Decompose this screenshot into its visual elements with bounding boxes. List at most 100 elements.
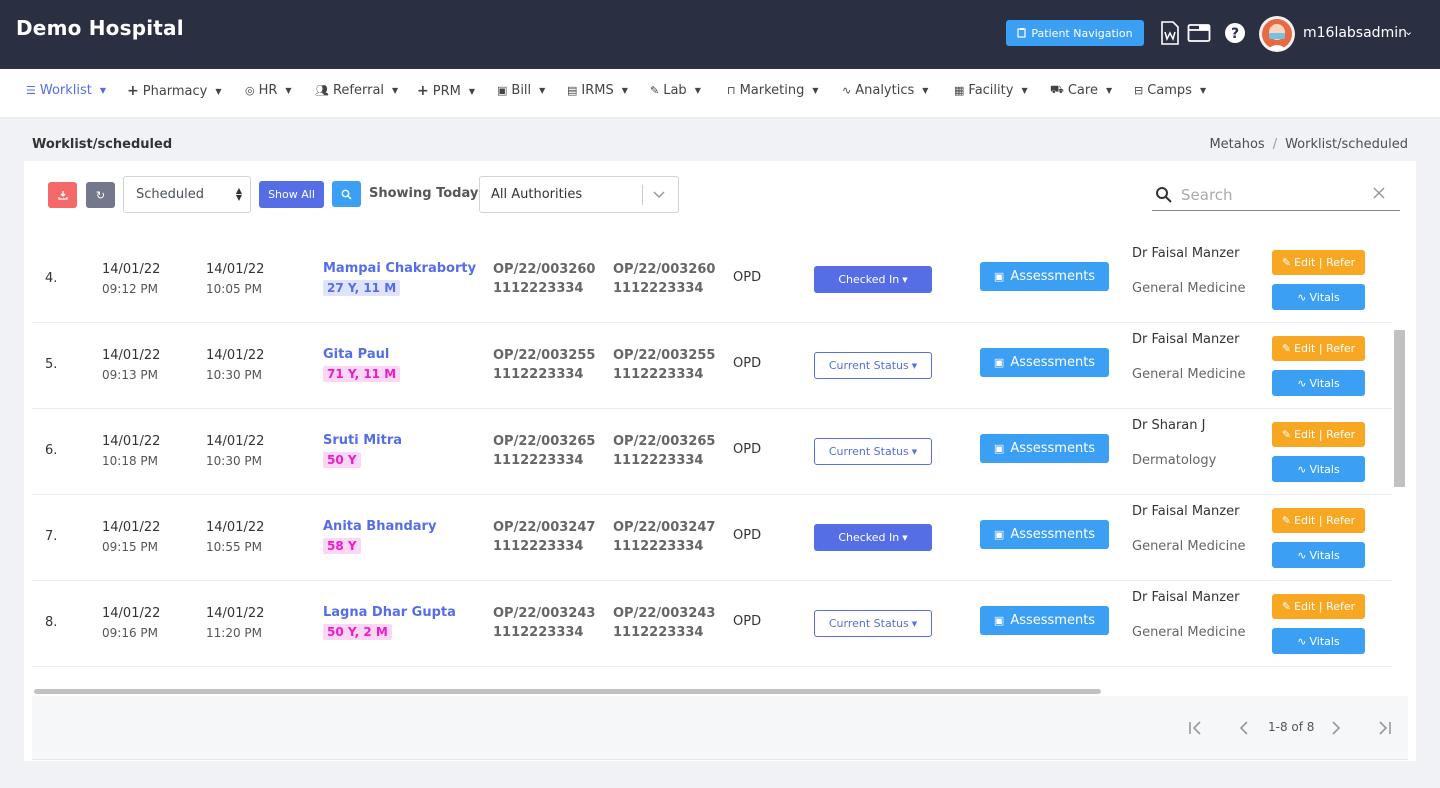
- nav-worklist[interactable]: ☰ Worklist ▼: [26, 83, 106, 98]
- users-icon: 👥︎: [315, 84, 329, 97]
- status-dropdown-button[interactable]: Current Status ▼: [814, 352, 932, 379]
- nav-analytics[interactable]: ∿ Analytics ▼: [842, 83, 928, 98]
- row-number: 8.: [45, 615, 58, 630]
- horizontal-scrollbar[interactable]: [34, 689, 1101, 694]
- patient-name-link[interactable]: Lagna Dhar Gupta: [323, 605, 456, 620]
- assessments-button[interactable]: ▣ Assessments: [980, 348, 1109, 377]
- assessments-button[interactable]: ▣ Assessments: [980, 520, 1109, 549]
- caret-down-icon: ▼: [694, 86, 701, 95]
- slot-date: 14/01/22: [206, 348, 265, 363]
- brand-title: Demo Hospital: [16, 16, 184, 40]
- patient-name-link[interactable]: Gita Paul: [323, 347, 400, 362]
- select-arrows-icon: ▲ ▼: [235, 186, 242, 202]
- patient-name-link[interactable]: Anita Bhandary: [323, 519, 436, 534]
- status-dropdown-button[interactable]: Checked In ▼: [814, 524, 932, 551]
- breadcrumb: Metahos / Worklist/scheduled: [1209, 137, 1408, 152]
- visit-type: OPD: [733, 270, 762, 285]
- status-dropdown-button[interactable]: Checked In ▼: [814, 266, 932, 293]
- nav-pharmacy[interactable]: + Pharmacy ▼: [127, 83, 222, 99]
- search-box: [1152, 181, 1400, 211]
- patient-navigation-label: Patient Navigation: [1031, 26, 1133, 40]
- patient-name-link[interactable]: Mampai Chakraborty: [323, 261, 476, 276]
- close-icon[interactable]: [1372, 186, 1386, 200]
- caret-down-icon: ▼: [812, 86, 819, 95]
- username[interactable]: m16labsadmin: [1303, 25, 1407, 41]
- schedule-select[interactable]: Scheduled ▲ ▼: [123, 176, 251, 213]
- top-bar: Demo Hospital Patient Navigation ? m16la…: [0, 0, 1440, 69]
- help-icon[interactable]: ?: [1222, 20, 1248, 46]
- assessments-label: Assessments: [1010, 269, 1096, 284]
- nav-bill[interactable]: ▣ Bill ▼: [497, 83, 545, 98]
- search-button[interactable]: [332, 181, 361, 207]
- patient-name-link[interactable]: Sruti Mitra: [323, 433, 402, 448]
- phone-number: 1112223334: [613, 625, 704, 640]
- assessments-button[interactable]: ▣ Assessments: [980, 434, 1109, 463]
- word-doc-icon[interactable]: [1157, 20, 1183, 46]
- breadcrumb-item-root[interactable]: Metahos: [1209, 137, 1264, 152]
- nav-camps[interactable]: ⊟ Camps ▼: [1134, 83, 1206, 98]
- slot-time: 10:55 PM: [206, 540, 262, 554]
- authority-select[interactable]: All Authorities: [479, 176, 679, 213]
- first-page-icon[interactable]: [1186, 718, 1206, 738]
- avatar[interactable]: [1259, 16, 1295, 52]
- nav-care[interactable]: ⛟ Care ▼: [1050, 83, 1112, 98]
- edit-refer-button[interactable]: ✎ Edit | Refer: [1272, 250, 1365, 275]
- slot-time: 10:05 PM: [206, 282, 262, 296]
- assessments-button[interactable]: ▣ Assessments: [980, 606, 1109, 635]
- slot-date: 14/01/22: [206, 520, 265, 535]
- prev-page-icon[interactable]: [1234, 718, 1254, 738]
- assessments-label: Assessments: [1010, 441, 1096, 456]
- last-page-icon[interactable]: [1374, 718, 1394, 738]
- vitals-button[interactable]: ∿ Vitals: [1272, 456, 1365, 482]
- vertical-scrollbar[interactable]: [1394, 330, 1405, 487]
- select-divider: [642, 185, 643, 205]
- nav-lab[interactable]: ✎ Lab ▼: [650, 83, 701, 98]
- vitals-button[interactable]: ∿ Vitals: [1272, 628, 1365, 654]
- nav-irms[interactable]: ▤ IRMS ▼: [567, 83, 628, 98]
- uhid-cell: OP/22/003265 1112223334: [613, 432, 715, 470]
- pulse-icon: ∿: [1297, 548, 1307, 562]
- phone-number: 1112223334: [613, 367, 704, 382]
- op-number-cell: OP/22/003265 1112223334: [493, 432, 595, 470]
- status-dropdown-button[interactable]: Current Status ▼: [814, 610, 932, 637]
- op-number: OP/22/003255: [493, 348, 596, 363]
- row-number: 6.: [45, 443, 58, 458]
- op-number-cell: OP/22/003243 1112223334: [493, 604, 595, 642]
- chevron-down-icon[interactable]: ⌄: [1404, 25, 1413, 38]
- edit-refer-button[interactable]: ✎ Edit | Refer: [1272, 594, 1365, 619]
- assessments-label: Assessments: [1010, 355, 1096, 370]
- nav-hr[interactable]: ◎ HR ▼: [245, 83, 292, 98]
- status-label: Current Status: [828, 445, 909, 458]
- nav-referral[interactable]: 👥︎ Referral ▼: [315, 83, 398, 98]
- refresh-button[interactable]: ↻: [86, 182, 115, 208]
- scheduled-time: 09:15 PM: [102, 540, 158, 554]
- show-all-button[interactable]: Show All: [259, 181, 324, 208]
- calendar-icon: ▣: [993, 270, 1005, 283]
- edit-refer-button[interactable]: ✎ Edit | Refer: [1272, 336, 1365, 361]
- bill-icon: ▣: [497, 84, 508, 97]
- vitals-button[interactable]: ∿ Vitals: [1272, 370, 1365, 396]
- vitals-button[interactable]: ∿ Vitals: [1272, 284, 1365, 310]
- page-title: Worklist/scheduled: [32, 137, 173, 152]
- download-button[interactable]: [48, 182, 77, 208]
- folder-window-icon[interactable]: [1186, 20, 1212, 46]
- nav-facility[interactable]: ▦ Facility ▼: [954, 83, 1028, 98]
- next-page-icon[interactable]: [1326, 718, 1346, 738]
- patient-cell: Anita Bhandary 58 Y: [323, 519, 436, 554]
- list-icon: ☰: [26, 84, 36, 97]
- search-input[interactable]: [1181, 184, 1371, 206]
- table-row: 6. 14/01/22 10:18 PM 14/01/22 10:30 PM S…: [32, 409, 1392, 495]
- pulse-icon: ∿: [1297, 634, 1307, 648]
- uhid-cell: OP/22/003247 1112223334: [613, 518, 715, 556]
- edit-refer-button[interactable]: ✎ Edit | Refer: [1272, 508, 1365, 533]
- patient-navigation-button[interactable]: Patient Navigation: [1006, 20, 1144, 46]
- edit-refer-button[interactable]: ✎ Edit | Refer: [1272, 422, 1365, 447]
- vitals-button[interactable]: ∿ Vitals: [1272, 542, 1365, 568]
- scheduled-date: 14/01/22: [102, 348, 161, 363]
- nav-marketing[interactable]: ⊓ Marketing ▼: [727, 83, 819, 98]
- assessments-button[interactable]: ▣ Assessments: [980, 262, 1109, 291]
- age-badge: 27 Y, 11 M: [323, 280, 401, 296]
- caret-down-icon: ▼: [215, 86, 222, 96]
- status-dropdown-button[interactable]: Current Status ▼: [814, 438, 932, 465]
- nav-prm[interactable]: + PRM ▼: [417, 83, 475, 99]
